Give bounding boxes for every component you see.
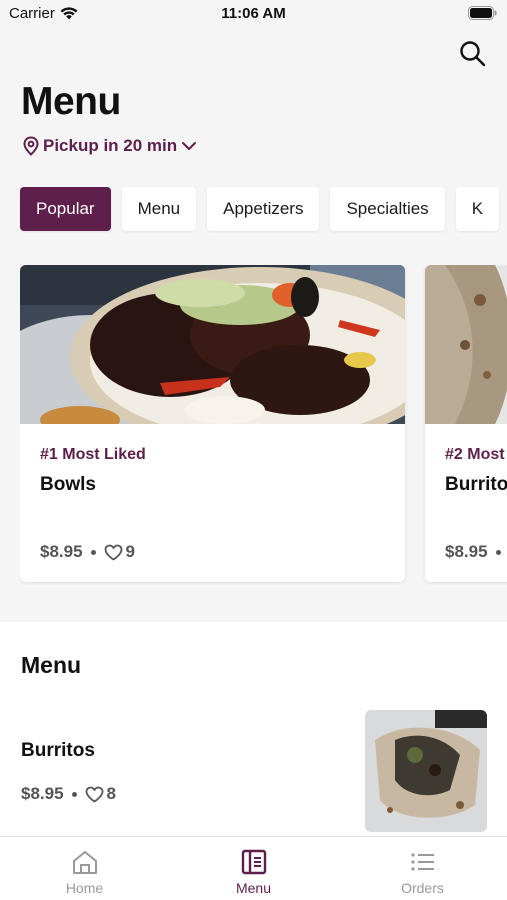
chip-specialties[interactable]: Specialties [330,187,445,231]
card-meta: $8.95 9 [40,542,135,562]
separator-dot [495,549,501,555]
chip-popular[interactable]: Popular [20,187,111,231]
menu-book-icon [241,849,266,875]
location-pin-icon [23,136,39,156]
status-bar: Carrier 11:06 AM [0,0,507,28]
heart-icon [104,544,122,560]
pickup-time-selector[interactable]: Pickup in 20 min [22,136,198,156]
chip-appetizers[interactable]: Appetizers [207,187,320,231]
bowl-photo [20,265,405,424]
category-chips: Popular Menu Appetizers Specialties K [20,187,500,231]
battery-icon [468,6,498,24]
card-price: $8.95 [40,542,83,561]
item-name: Burritos [21,740,95,761]
item-meta: $8.95 8 [21,784,116,804]
card-rank: #2 Most Liked [445,446,507,463]
featured-card[interactable]: #1 Most Liked Bowls $8.95 9 [20,265,405,582]
likes-value: 9 [125,542,136,561]
status-time: 11:06 AM [221,5,286,22]
section-title: Menu [21,652,82,678]
featured-carousel[interactable]: #1 Most Liked Bowls $8.95 9 #2 Most Burr… [20,265,507,585]
tab-label: Home [65,880,104,896]
list-icon [410,853,434,871]
card-meta: $8.95 8 [445,542,507,562]
separator-dot [71,791,77,797]
chevron-down-icon [182,142,197,150]
pickup-label: Pickup in 20 min [43,136,178,155]
tab-orders[interactable]: Orders [338,837,507,900]
chip-menu[interactable]: Menu [121,187,197,231]
tab-label: Menu [235,880,272,896]
burrito-photo [425,265,507,424]
list-item[interactable]: Burritos $8.95 8 [0,707,507,837]
search-icon [459,40,485,66]
search-button[interactable] [457,38,487,68]
likes-count[interactable]: 9 [104,542,135,562]
separator-dot [90,549,96,555]
tab-label: Orders [401,880,444,896]
chip-more[interactable]: K [455,187,500,231]
likes-count[interactable]: 8 [85,784,116,804]
home-icon [72,851,97,874]
tab-bar: Home Menu Orders [0,836,507,900]
likes-value: 8 [106,784,117,803]
card-name: Bowls [40,474,96,495]
item-price: $8.95 [21,784,64,803]
page-title: Menu [21,80,121,123]
heart-icon [85,786,103,802]
card-rank: #1 Most Liked [40,446,146,463]
tab-home[interactable]: Home [0,837,169,900]
featured-card[interactable]: #2 Most Liked Burritos $8.95 8 [425,265,507,582]
tab-menu[interactable]: Menu [169,837,338,900]
card-price: $8.95 [445,542,488,561]
card-name: Burritos [445,474,507,495]
item-thumbnail [365,710,487,832]
